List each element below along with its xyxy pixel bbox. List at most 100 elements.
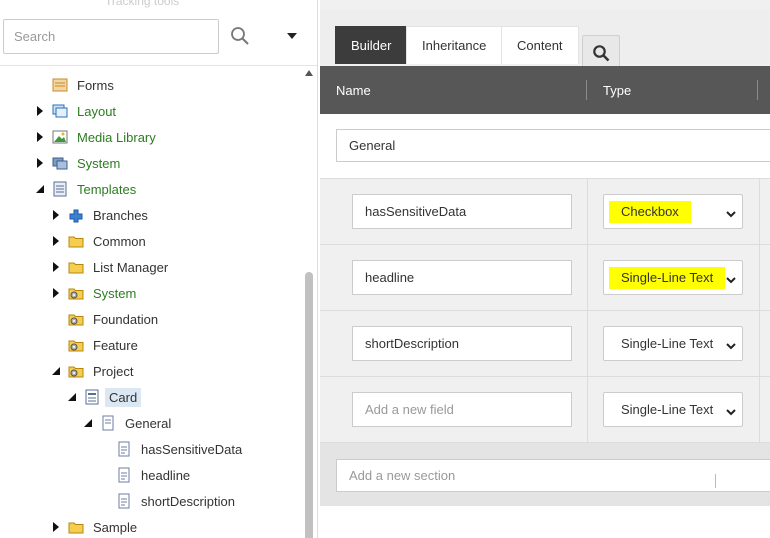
- collapsed-arrow-icon[interactable]: [50, 209, 62, 221]
- collapsed-arrow-icon[interactable]: [50, 287, 62, 299]
- add-section-row: Add a new section: [320, 442, 770, 506]
- column-header-type: Type: [603, 83, 632, 98]
- content-tree-panel: Tracking tools Forms Layout Media Library S…: [0, 0, 318, 538]
- field-type-value: Single-Line Text: [609, 267, 726, 289]
- tree-item-label: Layout: [77, 103, 117, 119]
- tree-item[interactable]: Media Library: [34, 126, 160, 148]
- templates-icon: [52, 181, 68, 197]
- tree-item[interactable]: Branches: [50, 204, 152, 226]
- section-name-input[interactable]: General: [336, 129, 770, 162]
- tree-item[interactable]: Feature: [50, 334, 142, 356]
- collapsed-arrow-icon[interactable]: [34, 157, 46, 169]
- media-library-icon: [52, 129, 68, 145]
- branches-icon: [68, 207, 84, 223]
- collapsed-arrow-icon[interactable]: [50, 521, 62, 533]
- forms-icon: [52, 77, 68, 93]
- tree-item-label: List Manager: [93, 259, 169, 275]
- expanded-arrow-icon[interactable]: [82, 417, 94, 429]
- tree-item[interactable]: headline: [98, 464, 194, 486]
- section-row: General: [320, 114, 770, 178]
- expanded-arrow-icon[interactable]: [50, 365, 62, 377]
- field-name-input[interactable]: shortDescription: [352, 326, 572, 361]
- tree-item[interactable]: hasSensitiveData: [98, 438, 246, 460]
- collapsed-arrow-icon[interactable]: [50, 235, 62, 247]
- collapsed-arrow-icon[interactable]: [50, 261, 62, 273]
- collapsed-arrow-icon[interactable]: [34, 105, 46, 117]
- tree-separator: [0, 65, 317, 66]
- tree-item[interactable]: shortDescription: [98, 490, 239, 512]
- field-icon: [116, 441, 132, 457]
- field-row: Add a new field Single-Line Text: [320, 376, 770, 443]
- folder-gear-icon: [68, 285, 84, 301]
- tree-item[interactable]: Layout: [34, 100, 120, 122]
- tree-item-label: shortDescription: [141, 493, 235, 509]
- tree-item-label: Project: [93, 363, 134, 379]
- tree-item-label: Templates: [77, 181, 137, 197]
- folder-gear-icon: [68, 311, 84, 327]
- chevron-down-icon: [726, 339, 736, 350]
- tree-item-label: Card: [105, 387, 142, 407]
- tab-content[interactable]: Content: [501, 26, 579, 64]
- tab-builder[interactable]: Builder: [335, 26, 408, 64]
- system-icon: [52, 155, 68, 171]
- tree-item-label: Foundation: [93, 311, 159, 327]
- tree-item[interactable]: Foundation: [50, 308, 162, 330]
- field-type-select[interactable]: Checkbox: [603, 194, 743, 229]
- tree-item[interactable]: General: [82, 412, 175, 434]
- column-divider: [586, 80, 587, 100]
- folder-icon: [68, 259, 84, 275]
- chevron-down-icon: [726, 273, 736, 284]
- chevron-down-icon: [726, 207, 736, 218]
- fields-table-header: Name Type: [320, 66, 770, 114]
- column-divider: [759, 377, 760, 443]
- tree-item[interactable]: Templates: [34, 178, 140, 200]
- column-divider: [587, 245, 588, 311]
- collapsed-arrow-icon[interactable]: [34, 131, 46, 143]
- tree-item[interactable]: System: [50, 282, 140, 304]
- tree-item-label: Feature: [93, 337, 138, 353]
- tree-item-label: Sample: [93, 519, 138, 535]
- field-type-select[interactable]: Single-Line Text: [603, 326, 743, 361]
- expanded-arrow-icon[interactable]: [34, 183, 46, 195]
- tab-inheritance[interactable]: Inheritance: [406, 26, 503, 64]
- tree-item[interactable]: Card: [66, 386, 142, 408]
- field-icon: [116, 493, 132, 509]
- search-icon[interactable]: [229, 25, 251, 47]
- tree-scrollbar-thumb[interactable]: [305, 272, 313, 538]
- tree-item[interactable]: List Manager: [50, 256, 172, 278]
- editor-tabstrip: Builder Inheritance Content: [320, 10, 770, 71]
- layout-icon: [52, 103, 68, 119]
- text-cursor: [715, 474, 716, 488]
- tree-item[interactable]: Common: [50, 230, 150, 252]
- template-builder-panel: Builder Inheritance Content Name Type Ge…: [320, 0, 770, 538]
- field-type-select[interactable]: Single-Line Text: [603, 260, 743, 295]
- tree-item[interactable]: Sample: [50, 516, 141, 538]
- tree-item[interactable]: System: [34, 152, 124, 174]
- tree-item-label: System: [93, 285, 137, 301]
- field-name-input[interactable]: hasSensitiveData: [352, 194, 572, 229]
- field-row: shortDescription Single-Line Text: [320, 310, 770, 377]
- scroll-up-icon[interactable]: [305, 69, 313, 77]
- field-name-input[interactable]: headline: [352, 260, 572, 295]
- faded-top-label: Tracking tools: [105, 0, 180, 8]
- field-row: headline Single-Line Text: [320, 244, 770, 311]
- caret-down-icon[interactable]: [284, 28, 300, 44]
- add-section-input[interactable]: Add a new section: [336, 459, 770, 492]
- tree-item[interactable]: Project: [50, 360, 137, 382]
- tree-search-input[interactable]: [3, 19, 219, 54]
- search-icon: [593, 45, 610, 62]
- field-type-value: Single-Line Text: [621, 336, 714, 351]
- folder-gear-icon: [68, 363, 84, 379]
- tree-item-label: Common: [93, 233, 146, 249]
- column-header-name: Name: [336, 83, 371, 98]
- add-field-input[interactable]: Add a new field: [352, 392, 572, 427]
- expanded-arrow-icon[interactable]: [66, 391, 78, 403]
- field-type-value: Single-Line Text: [621, 402, 714, 417]
- tree-item[interactable]: Forms: [34, 74, 118, 96]
- field-type-select[interactable]: Single-Line Text: [603, 392, 743, 427]
